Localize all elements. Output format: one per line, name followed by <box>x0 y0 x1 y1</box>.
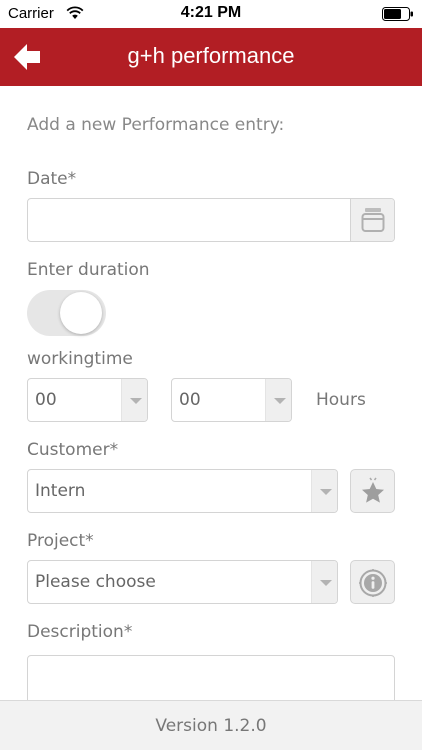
performance-form: Add a new Performance entry: Date* Enter… <box>0 86 422 700</box>
nav-bar: g+h performance <box>0 28 422 86</box>
minutes-value: 00 <box>179 390 201 410</box>
project-select[interactable]: Please choose <box>27 560 338 604</box>
form-intro: Add a new Performance entry: <box>27 115 285 135</box>
date-picker-button[interactable] <box>350 199 394 241</box>
version-label: Version 1.2.0 <box>155 716 267 736</box>
customer-label: Customer* <box>27 440 119 460</box>
chevron-down-icon <box>121 379 147 421</box>
star-icon <box>362 477 384 503</box>
battery-icon <box>382 7 413 21</box>
customer-select[interactable]: Intern <box>27 469 338 513</box>
calendar-icon <box>361 208 385 232</box>
chevron-down-icon <box>311 561 337 603</box>
chevron-down-icon <box>265 379 291 421</box>
date-field <box>27 198 395 242</box>
hours-value: 00 <box>35 390 57 410</box>
toggle-knob <box>60 292 102 334</box>
hours-select[interactable]: 00 <box>27 378 148 422</box>
chevron-down-icon <box>311 470 337 512</box>
workingtime-label: workingtime <box>27 349 133 369</box>
minutes-select[interactable]: 00 <box>171 378 292 422</box>
status-bar: Carrier 4:21 PM <box>0 0 422 28</box>
description-textarea[interactable] <box>27 655 395 700</box>
duration-toggle[interactable] <box>27 290 106 336</box>
date-input[interactable] <box>28 199 350 241</box>
info-icon <box>359 569 387 597</box>
duration-label: Enter duration <box>27 260 150 280</box>
footer: Version 1.2.0 <box>0 700 422 750</box>
description-label: Description* <box>27 622 133 642</box>
favorite-customer-button[interactable] <box>350 469 395 513</box>
date-label: Date* <box>27 169 77 189</box>
customer-value: Intern <box>35 481 86 501</box>
project-value: Please choose <box>35 572 156 592</box>
status-time: 4:21 PM <box>180 4 242 21</box>
project-info-button[interactable] <box>350 560 395 604</box>
page-title: g+h performance <box>127 43 295 68</box>
project-label: Project* <box>27 531 94 551</box>
hours-unit-label: Hours <box>316 390 366 410</box>
